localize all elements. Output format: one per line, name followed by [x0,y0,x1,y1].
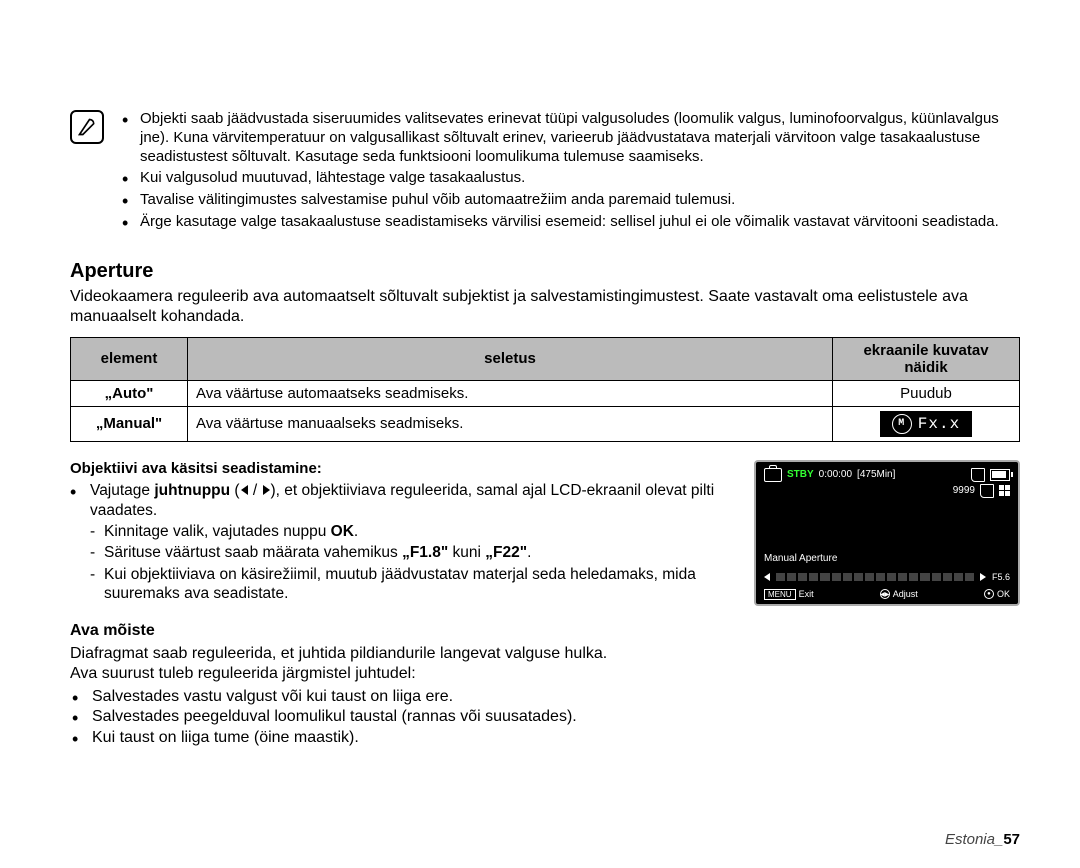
grid-icon [999,485,1010,496]
text: kuni [448,544,485,561]
ok-icon: ● [984,589,994,599]
remaining-time: [475Min] [857,469,895,480]
row-desc: Ava väärtuse automaatseks seadmiseks. [188,380,833,406]
stby-badge: STBY [787,469,814,480]
slider-track [776,573,974,581]
right-arrow-icon [263,485,270,495]
aperture-heading: Aperture [70,260,1020,283]
aperture-table: element seletus ekraanile kuvatav näidik… [70,337,1020,442]
slider-right-icon [980,573,986,581]
row-label: „Auto" [71,380,188,406]
display-badge: M Fx.x [880,411,972,437]
battery-icon [990,469,1010,481]
th-desc: seletus [188,337,833,380]
table-row: „Manual" Ava väärtuse manuaalseks seadmi… [71,406,1020,441]
note-item: Tavalise välitingimustes salvestamise pu… [122,191,1020,210]
manual-set-main: Vajutage juhtnuppu ( / ), et objektiivia… [70,481,729,603]
list-item: Salvestades vastu valgust või kui taust … [70,687,1020,707]
ava-moiste-p1: Diafragmat saab reguleerida, et juhtida … [70,644,1020,664]
bold: juhtnuppu [154,482,230,499]
manual-set-text: Objektiivi ava käsitsi seadistamine: Vaj… [70,460,729,606]
aperture-slider: F5.6 [764,572,1010,582]
note-item: Kui valgusolud muutuvad, lähtestage valg… [122,169,1020,188]
page-footer: Estonia_57 [945,831,1020,848]
bold: „F1.8" [402,544,448,561]
camera-screen-col: STBY 0:00:00 [475Min] 9999 Manual Apertu… [754,460,1020,606]
list-item: Kui taust on liiga tume (öine maastik). [70,728,1020,748]
row-label: „Manual" [71,406,188,441]
bold: „F22" [485,544,527,561]
th-display: ekraanile kuvatav näidik [833,337,1020,380]
storage-icon [980,484,994,498]
sub-item: Kui objektiiviava on käsirežiimil, muutu… [90,565,729,604]
mode-label: Manual Aperture [764,553,837,564]
manual-page: Objekti saab jäädvustada siseruumides va… [0,0,1080,868]
ava-moiste-p2: Ava suurust tuleb reguleerida järgmistel… [70,664,1020,684]
text: . [527,544,531,561]
ava-moiste-section: Ava mõiste Diafragmat saab reguleerida, … [70,621,1020,749]
card-icon [971,468,985,482]
row-desc: Ava väärtuse manuaalseks seadmiseks. [188,406,833,441]
slider-left-icon [764,573,770,581]
ok-label: OK [997,589,1010,599]
bold: OK [331,523,354,540]
note-icon [70,110,104,144]
manual-set-heading: Objektiivi ava käsitsi seadistamine: [70,460,729,479]
note-block: Objekti saab jäädvustada siseruumides va… [70,110,1020,235]
footer-text: Estonia_ [945,831,1003,848]
adjust-label: Adjust [893,589,918,599]
list-item: Salvestades peegelduval loomulikul taust… [70,707,1020,727]
left-arrow-icon [241,485,248,495]
note-item: Objekti saab jäädvustada siseruumides va… [122,110,1020,166]
camera-lcd-screen: STBY 0:00:00 [475Min] 9999 Manual Apertu… [754,460,1020,606]
text: Särituse väärtust saab määrata vahemikus [104,544,402,561]
manual-set-row: Objektiivi ava käsitsi seadistamine: Vaj… [70,460,1020,606]
row-display: Puudub [833,380,1020,406]
ava-moiste-list: Salvestades vastu valgust või kui taust … [70,687,1020,748]
shot-count: 9999 [953,485,975,496]
note-item: Ärge kasutage valge tasakaalustuse seadi… [122,213,1020,232]
ava-moiste-heading: Ava mõiste [70,621,1020,641]
sub-item: Särituse väärtust saab määrata vahemikus… [90,543,729,562]
aperture-intro: Videokaamera reguleerib ava automaatselt… [70,287,1020,327]
table-row: „Auto" Ava väärtuse automaatseks seadmis… [71,380,1020,406]
text: ( [230,482,239,499]
page-number: 57 [1003,831,1020,848]
th-element: element [71,337,188,380]
adjust-icon: ◀▶ [880,589,890,599]
text: . [354,523,358,540]
row-display: M Fx.x [833,406,1020,441]
text: Kinnitage valik, vajutades nuppu [104,523,331,540]
camera-icon [764,468,782,482]
note-list: Objekti saab jäädvustada siseruumides va… [122,110,1020,235]
timecode: 0:00:00 [819,469,852,480]
menu-badge: MENU [764,589,796,600]
text: Vajutage [90,482,154,499]
f-value: F5.6 [992,572,1010,582]
manual-mode-icon: M [892,414,912,434]
manual-set-list: Vajutage juhtnuppu ( / ), et objektiivia… [70,481,729,603]
display-badge-text: Fx.x [918,415,960,433]
sub-item: Kinnitage valik, vajutades nuppu OK. [90,522,729,541]
exit-label: Exit [799,589,814,599]
